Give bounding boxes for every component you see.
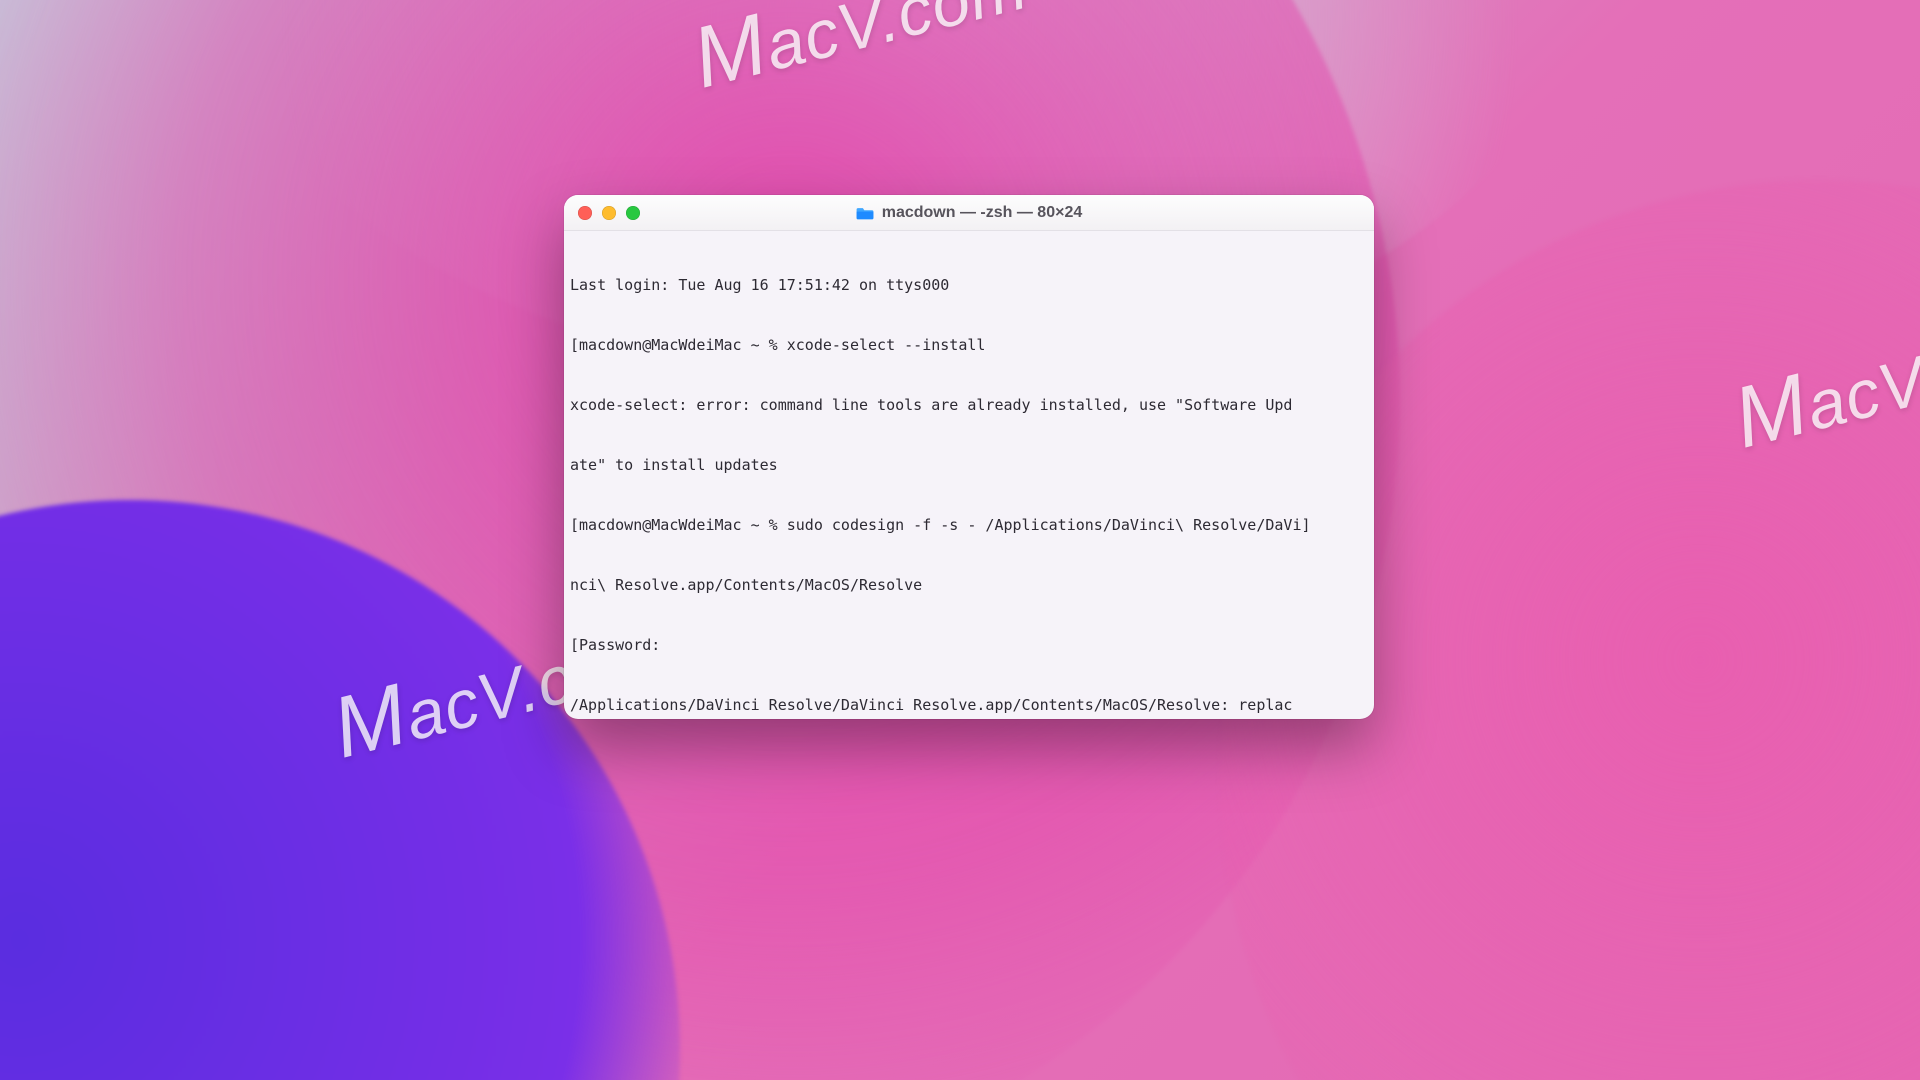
desktop-wallpaper: MacV.com MacV.com MacV.com macdown — -zs… bbox=[0, 0, 1920, 1080]
terminal-output[interactable]: Last login: Tue Aug 16 17:51:42 on ttys0… bbox=[564, 231, 1374, 719]
window-title-group: macdown — -zsh — 80×24 bbox=[564, 204, 1374, 222]
terminal-line: Last login: Tue Aug 16 17:51:42 on ttys0… bbox=[570, 275, 1368, 295]
window-titlebar[interactable]: macdown — -zsh — 80×24 bbox=[564, 195, 1374, 231]
folder-icon bbox=[856, 206, 874, 220]
terminal-line: [Password: bbox=[570, 635, 1368, 655]
window-title: macdown — -zsh — 80×24 bbox=[882, 204, 1083, 222]
minimize-button[interactable] bbox=[602, 206, 616, 220]
terminal-line: /Applications/DaVinci Resolve/DaVinci Re… bbox=[570, 695, 1368, 715]
terminal-line: xcode-select: error: command line tools … bbox=[570, 395, 1368, 415]
zoom-button[interactable] bbox=[626, 206, 640, 220]
window-controls bbox=[564, 206, 640, 220]
terminal-line: [macdown@MacWdeiMac ~ % xcode-select --i… bbox=[570, 335, 1368, 355]
terminal-window: macdown — -zsh — 80×24 Last login: Tue A… bbox=[564, 195, 1374, 719]
terminal-line: ate" to install updates bbox=[570, 455, 1368, 475]
terminal-line: [macdown@MacWdeiMac ~ % sudo codesign -f… bbox=[570, 515, 1368, 535]
close-button[interactable] bbox=[578, 206, 592, 220]
terminal-line: nci\ Resolve.app/Contents/MacOS/Resolve bbox=[570, 575, 1368, 595]
